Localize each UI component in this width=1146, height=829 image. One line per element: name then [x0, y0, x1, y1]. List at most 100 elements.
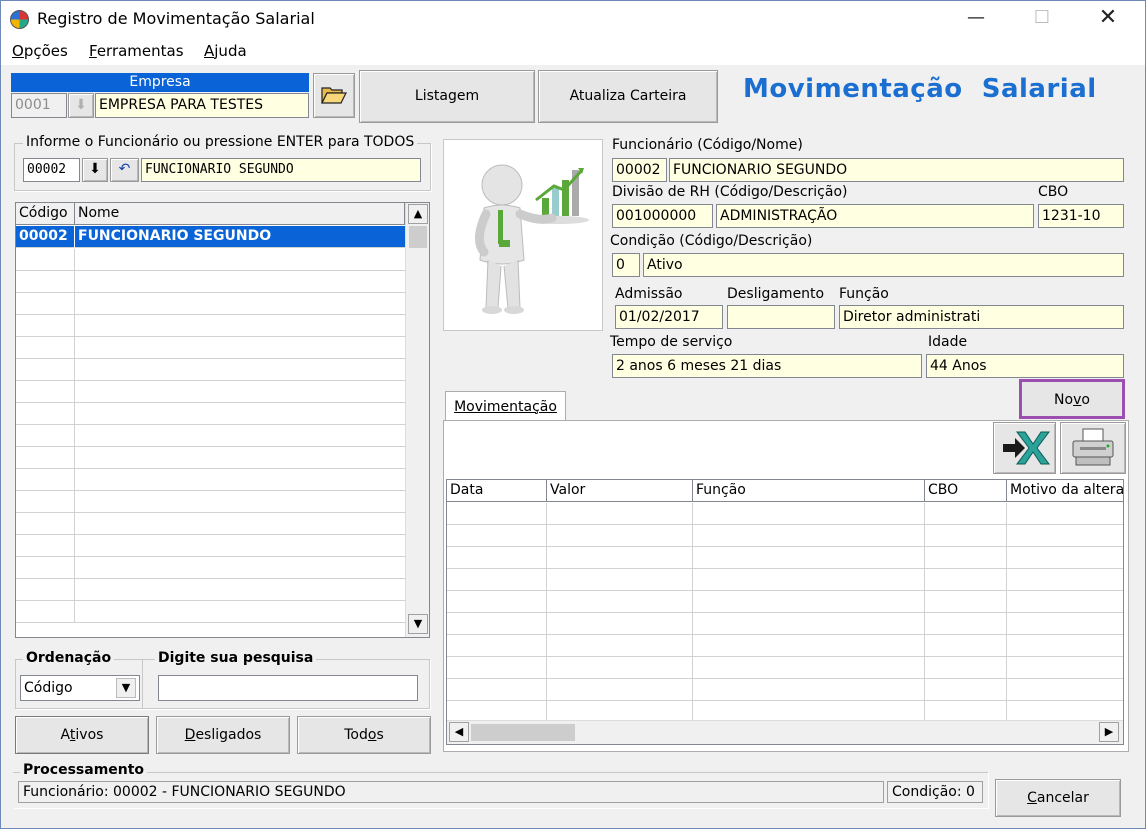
- table-cell: [447, 525, 547, 547]
- excel-export-button[interactable]: [993, 422, 1056, 474]
- cell-codigo: [16, 271, 75, 293]
- cell-codigo: [16, 293, 75, 315]
- desligados-button[interactable]: Desligados: [156, 716, 290, 754]
- table-row[interactable]: [447, 657, 1123, 679]
- cell-codigo: [16, 337, 75, 359]
- table-row[interactable]: [447, 503, 1123, 525]
- presenter-figure-icon: [475, 164, 589, 314]
- table-cell: [693, 613, 925, 635]
- search-input[interactable]: [158, 675, 418, 701]
- menu-bar: Opções Ferramentas Ajuda: [1, 39, 1145, 65]
- table-row[interactable]: [16, 249, 405, 271]
- employee-grid[interactable]: Código Nome 00002 FUNCIONARIO SEGUNDO ▲ …: [15, 202, 430, 638]
- scroll-thumb[interactable]: [409, 226, 427, 248]
- cancel-button[interactable]: Cancelar: [995, 779, 1121, 817]
- tempo-servico-field: 2 anos 6 meses 21 dias: [612, 354, 922, 378]
- admissao-field: 01/02/2017: [615, 305, 723, 329]
- table-row[interactable]: [447, 679, 1123, 701]
- column-header-data[interactable]: Data: [447, 480, 547, 502]
- table-row[interactable]: [16, 425, 405, 447]
- close-button[interactable]: ✕: [1085, 1, 1131, 37]
- table-row[interactable]: [16, 601, 405, 623]
- chevron-down-icon[interactable]: ▼: [116, 678, 136, 698]
- ordenacao-value: Código: [24, 680, 73, 696]
- menu-ajuda[interactable]: Ajuda: [204, 42, 247, 60]
- table-row[interactable]: [16, 447, 405, 469]
- table-row[interactable]: [16, 359, 405, 381]
- cell-codigo: [16, 469, 75, 491]
- scroll-down-icon[interactable]: ▼: [408, 614, 428, 634]
- column-header-cbo[interactable]: CBO: [925, 480, 1007, 502]
- minimize-button[interactable]: —: [953, 1, 999, 37]
- column-header-valor[interactable]: Valor: [547, 480, 693, 502]
- table-row[interactable]: [16, 535, 405, 557]
- cell-codigo: [16, 557, 75, 579]
- empresa-code-field[interactable]: 0001: [11, 93, 67, 118]
- column-header-motivo[interactable]: Motivo da altera: [1007, 480, 1123, 502]
- employee-code-input[interactable]: 00002: [23, 158, 80, 182]
- ativos-button[interactable]: Ativos: [15, 716, 149, 754]
- table-row[interactable]: 00002 FUNCIONARIO SEGUNDO: [16, 226, 405, 248]
- novo-button[interactable]: Novo: [1019, 379, 1125, 419]
- table-row[interactable]: [16, 403, 405, 425]
- scroll-left-icon[interactable]: ◀: [449, 722, 469, 742]
- table-cell: [447, 547, 547, 569]
- column-header-funcao[interactable]: Função: [693, 480, 925, 502]
- table-row[interactable]: [447, 613, 1123, 635]
- table-row[interactable]: [447, 635, 1123, 657]
- admissao-label: Admissão: [615, 286, 683, 302]
- table-row[interactable]: [16, 557, 405, 579]
- movimentacao-hscrollbar[interactable]: ◀ ▶: [447, 720, 1123, 744]
- employee-grid-scrollbar[interactable]: ▲ ▼: [405, 203, 429, 637]
- table-row[interactable]: [16, 491, 405, 513]
- employee-name-field: FUNCIONARIO SEGUNDO: [141, 158, 421, 182]
- atualiza-carteira-button[interactable]: Atualiza Carteira: [538, 70, 718, 123]
- table-row[interactable]: [16, 469, 405, 491]
- table-cell: [547, 635, 693, 657]
- funcionario-name-field: FUNCIONARIO SEGUNDO: [669, 158, 1124, 182]
- column-header-codigo[interactable]: Código: [16, 203, 75, 225]
- undo-icon: ↶: [118, 161, 131, 177]
- cell-codigo: [16, 447, 75, 469]
- table-row[interactable]: [447, 591, 1123, 613]
- hscroll-thumb[interactable]: [471, 724, 575, 741]
- table-cell: [1007, 525, 1123, 547]
- tab-movimentacao[interactable]: Movimentação: [445, 391, 566, 421]
- table-cell: [547, 547, 693, 569]
- table-row[interactable]: [16, 293, 405, 315]
- listagem-button[interactable]: Listagem: [359, 70, 535, 123]
- table-cell: [693, 657, 925, 679]
- table-row[interactable]: [16, 579, 405, 601]
- print-button[interactable]: [1060, 422, 1126, 474]
- table-cell: [447, 657, 547, 679]
- table-row[interactable]: [16, 271, 405, 293]
- ordenacao-select[interactable]: Código ▼: [20, 675, 140, 701]
- open-folder-button[interactable]: [313, 73, 355, 118]
- cell-codigo: [16, 601, 75, 623]
- table-row[interactable]: [447, 547, 1123, 569]
- maximize-button[interactable]: ☐: [1019, 1, 1065, 37]
- table-row[interactable]: [447, 569, 1123, 591]
- table-cell: [693, 547, 925, 569]
- table-row[interactable]: [16, 315, 405, 337]
- cell-codigo: [16, 359, 75, 381]
- status-text: Funcionário: 00002 - FUNCIONARIO SEGUNDO: [18, 781, 884, 803]
- table-row[interactable]: [447, 525, 1123, 547]
- todos-button[interactable]: Todos: [297, 716, 431, 754]
- movimentacao-grid[interactable]: Data Valor Função CBO Motivo da altera ◀…: [446, 479, 1124, 745]
- table-cell: [693, 569, 925, 591]
- column-header-nome[interactable]: Nome: [75, 203, 405, 225]
- table-cell: [1007, 547, 1123, 569]
- employee-undo-button[interactable]: ↶: [110, 158, 139, 182]
- cell-codigo: [16, 513, 75, 535]
- employee-lookup-button[interactable]: ⬇: [82, 158, 108, 182]
- table-row[interactable]: [16, 337, 405, 359]
- scroll-right-icon[interactable]: ▶: [1099, 722, 1119, 742]
- table-row[interactable]: [16, 381, 405, 403]
- empresa-lookup-button[interactable]: ⬇: [68, 93, 94, 118]
- scroll-up-icon[interactable]: ▲: [408, 204, 428, 224]
- table-cell: [547, 613, 693, 635]
- table-row[interactable]: [16, 513, 405, 535]
- menu-opcoes[interactable]: Opções: [12, 42, 68, 60]
- menu-ferramentas[interactable]: Ferramentas: [89, 42, 184, 60]
